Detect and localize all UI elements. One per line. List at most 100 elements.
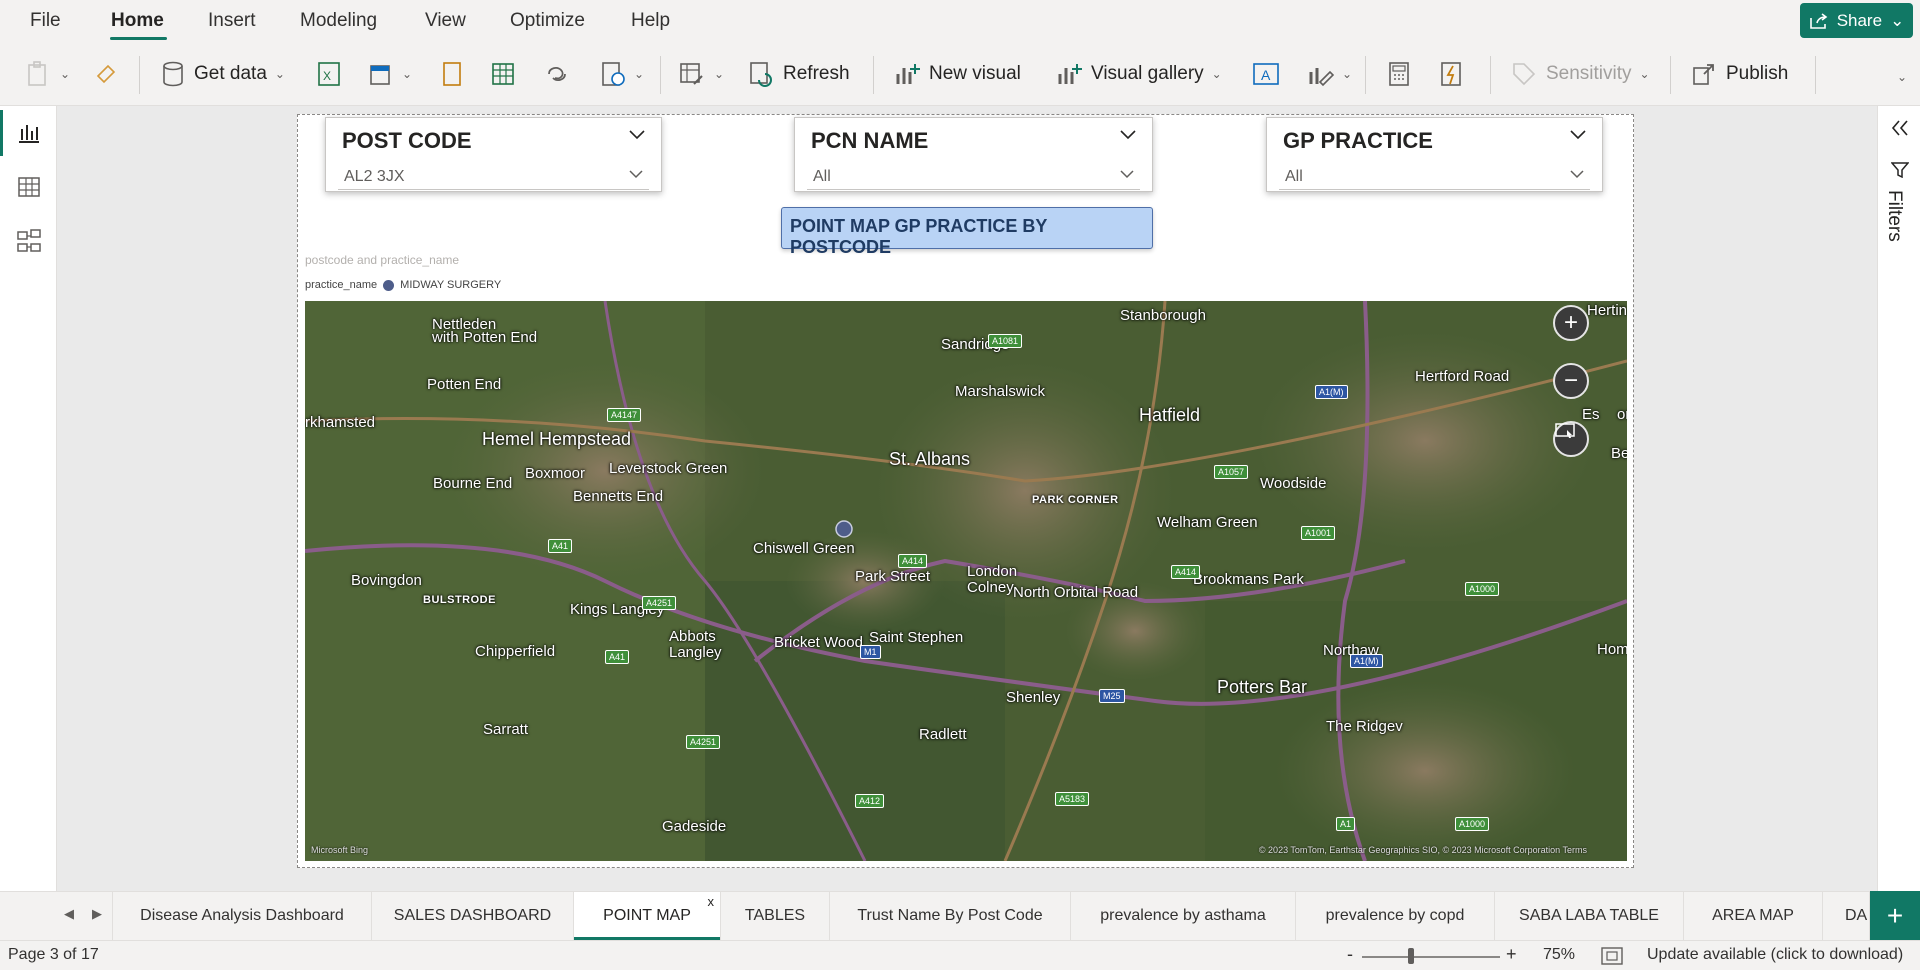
excel-button[interactable]: X: [316, 56, 342, 92]
map-place: Sarratt: [483, 721, 529, 738]
table-view-icon[interactable]: [16, 174, 42, 200]
next-page-arrow-icon[interactable]: ▶: [92, 906, 102, 922]
slicer-value: AL2 3JX: [344, 168, 405, 185]
tab-trust-name[interactable]: Trust Name By Post Code: [830, 892, 1071, 940]
new-visual-label: New visual: [929, 63, 1021, 84]
map-visual[interactable]: Nettleden with Potten End Potten End rkh…: [305, 301, 1627, 861]
ribbon-divider: [1490, 56, 1491, 94]
update-notice[interactable]: Update available (click to download): [1647, 946, 1903, 964]
collapse-pane-icon[interactable]: [1891, 120, 1909, 136]
zoom-out-button[interactable]: −: [1553, 363, 1589, 399]
publish-button[interactable]: Publish: [1690, 56, 1788, 92]
road-label: A1(M): [1315, 385, 1348, 399]
tab-label: TABLES: [744, 907, 806, 924]
slicer-dropdown[interactable]: All: [807, 162, 1140, 190]
zoom-in-control[interactable]: +: [1506, 944, 1517, 965]
tab-prevalence-copd[interactable]: prevalence by copd: [1296, 892, 1495, 940]
zoom-slider[interactable]: [1362, 956, 1500, 958]
slicer-title: GP PRACTICE: [1283, 128, 1433, 153]
chevron-down-icon[interactable]: [1120, 130, 1136, 140]
refresh-button[interactable]: Refresh: [747, 56, 850, 92]
menu-help[interactable]: Help: [631, 10, 670, 32]
share-label: Share: [1836, 10, 1883, 30]
map-place: Colney: [967, 579, 1014, 596]
tab-label: prevalence by asthama: [1100, 907, 1266, 924]
menu-optimize[interactable]: Optimize: [510, 10, 585, 32]
prev-page-arrow-icon[interactable]: ◀: [64, 906, 74, 922]
tab-sales-dashboard[interactable]: SALES DASHBOARD: [372, 892, 574, 940]
collapse-ribbon-icon[interactable]: ⌄: [1897, 70, 1907, 84]
map-place: Hemel Hempstead: [482, 429, 632, 449]
sql-server-button[interactable]: [440, 56, 464, 92]
enter-data-button[interactable]: [490, 56, 516, 92]
chevron-down-icon[interactable]: [629, 130, 645, 140]
legend-item: MIDWAY SURGERY: [400, 279, 502, 291]
paste-button[interactable]: ⌄: [26, 56, 70, 92]
fit-to-page-icon[interactable]: [1601, 947, 1623, 965]
dataverse-button[interactable]: [543, 56, 571, 92]
map-selection-button[interactable]: [1553, 421, 1589, 457]
map-visual-title: postcode and practice_name: [305, 253, 460, 267]
practice-point[interactable]: [835, 520, 853, 538]
add-page-button[interactable]: +: [1870, 891, 1920, 940]
slicer-title: PCN NAME: [811, 128, 929, 153]
ribbon-divider: [139, 56, 140, 94]
zoom-slider-thumb[interactable]: [1408, 948, 1414, 964]
tab-prevalence-asthama[interactable]: prevalence by asthama: [1071, 892, 1296, 940]
zoom-out-control[interactable]: -: [1347, 944, 1353, 965]
chevron-down-icon[interactable]: [1570, 130, 1586, 140]
map-place: Es: [1582, 406, 1600, 423]
chevron-down-icon: [1120, 170, 1134, 179]
page-title-button[interactable]: POINT MAP GP PRACTICE BY POSTCODE: [781, 207, 1153, 257]
recent-sources-button[interactable]: ⌄: [600, 56, 644, 92]
map-place: Bennetts End: [573, 488, 664, 505]
road-label: A1001: [1301, 526, 1336, 540]
svg-text:X: X: [323, 69, 331, 83]
tab-tables[interactable]: TABLES: [721, 892, 830, 940]
quick-measure-button[interactable]: [1438, 56, 1464, 92]
chevron-down-icon: [1570, 170, 1584, 179]
close-icon[interactable]: x: [708, 894, 715, 909]
slicer-dropdown[interactable]: All: [1279, 162, 1590, 190]
bing-logo: Microsoft Bing: [311, 845, 369, 855]
menu-insert[interactable]: Insert: [208, 10, 256, 32]
tab-area-map[interactable]: AREA MAP: [1684, 892, 1823, 940]
menu-home[interactable]: Home: [111, 10, 164, 32]
visual-gallery-button[interactable]: Visual gallery ⌄: [1055, 56, 1222, 92]
tab-disease-analysis-dashboard[interactable]: Disease Analysis Dashboard: [112, 892, 372, 940]
slicer-dropdown[interactable]: AL2 3JX: [338, 162, 649, 190]
new-visual-button[interactable]: New visual: [893, 56, 1021, 92]
road-label: M25: [1099, 689, 1125, 703]
transform-data-button[interactable]: ⌄: [678, 56, 724, 92]
menu-file[interactable]: File: [30, 10, 61, 32]
map-place: Hom: [1597, 641, 1627, 658]
menu-view[interactable]: View: [425, 10, 466, 32]
get-data-label: Get data: [194, 63, 267, 84]
more-visuals-button[interactable]: ⌄: [1306, 56, 1352, 92]
tab-point-map[interactable]: POINT MAP x: [574, 892, 721, 940]
tab-label: Trust Name By Post Code: [857, 907, 1043, 924]
sensitivity-button[interactable]: Sensitivity ⌄: [1510, 56, 1650, 92]
zoom-in-button[interactable]: +: [1553, 305, 1589, 341]
report-view-icon[interactable]: [16, 120, 42, 146]
onelake-hub-button[interactable]: ⌄: [368, 56, 412, 92]
share-button[interactable]: Share ⌄: [1800, 3, 1913, 38]
tab-saba-laba-table[interactable]: SABA LABA TABLE: [1495, 892, 1684, 940]
tab-da[interactable]: DA: [1823, 892, 1870, 940]
get-data-button[interactable]: Get data ⌄: [160, 56, 285, 92]
road-label: A1000: [1455, 817, 1490, 831]
text-box-button[interactable]: A: [1252, 56, 1280, 92]
pcn-name-slicer[interactable]: PCN NAME All: [794, 117, 1153, 192]
menu-modeling[interactable]: Modeling: [300, 10, 377, 32]
road-label: A1000: [1465, 582, 1500, 596]
format-painter-button[interactable]: [94, 56, 118, 92]
road-label: A4251: [642, 596, 677, 610]
active-menu-indicator: [110, 37, 167, 40]
model-view-icon[interactable]: [16, 228, 42, 254]
new-measure-button[interactable]: [1386, 56, 1412, 92]
filters-label[interactable]: Filters: [1883, 190, 1905, 242]
road-label: A414: [1171, 565, 1201, 579]
gp-practice-slicer[interactable]: GP PRACTICE All: [1266, 117, 1603, 192]
ribbon: ⌄ Get data ⌄ X ⌄ ⌄ ⌄ Refresh New visual: [0, 42, 1920, 106]
postcode-slicer[interactable]: POST CODE AL2 3JX: [325, 117, 662, 192]
